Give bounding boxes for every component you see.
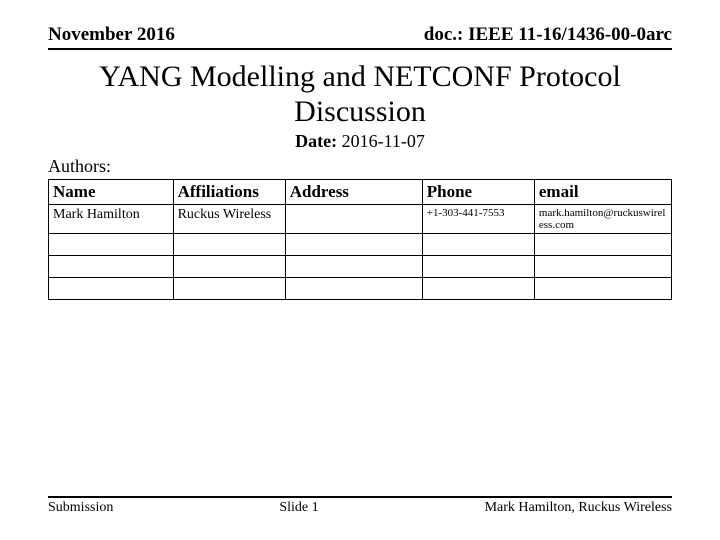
col-header-name: Name <box>49 180 174 205</box>
authors-label: Authors: <box>48 156 672 177</box>
cell-phone <box>422 278 534 300</box>
cell-email: mark.hamilton@ruckuswireless.com <box>534 205 671 234</box>
cell-address <box>285 278 422 300</box>
col-header-phone: Phone <box>422 180 534 205</box>
authors-table: Name Affiliations Address Phone email Ma… <box>48 179 672 300</box>
date-line: Date: 2016-11-07 <box>48 131 672 152</box>
cell-name <box>49 278 174 300</box>
table-row: Mark Hamilton Ruckus Wireless +1-303-441… <box>49 205 672 234</box>
cell-phone <box>422 256 534 278</box>
col-header-affiliations: Affiliations <box>173 180 285 205</box>
cell-email <box>534 256 671 278</box>
cell-phone <box>422 234 534 256</box>
cell-affiliations <box>173 234 285 256</box>
date-label: Date: <box>295 131 337 151</box>
cell-name <box>49 256 174 278</box>
cell-name: Mark Hamilton <box>49 205 174 234</box>
cell-affiliations <box>173 256 285 278</box>
cell-affiliations: Ruckus Wireless <box>173 205 285 234</box>
footer-center: Slide 1 <box>279 500 318 516</box>
col-header-address: Address <box>285 180 422 205</box>
footer-right: Mark Hamilton, Ruckus Wireless <box>485 500 672 516</box>
col-header-email: email <box>534 180 671 205</box>
header: November 2016 doc.: IEEE 11-16/1436-00-0… <box>48 24 672 50</box>
table-row <box>49 278 672 300</box>
table-row <box>49 234 672 256</box>
footer: Submission Slide 1 Mark Hamilton, Ruckus… <box>48 496 672 516</box>
document-title: YANG Modelling and NETCONF Protocol Disc… <box>48 60 672 129</box>
cell-address <box>285 205 422 234</box>
cell-affiliations <box>173 278 285 300</box>
table-header-row: Name Affiliations Address Phone email <box>49 180 672 205</box>
cell-name <box>49 234 174 256</box>
cell-phone: +1-303-441-7553 <box>422 205 534 234</box>
footer-left: Submission <box>48 500 113 516</box>
cell-address <box>285 256 422 278</box>
header-date: November 2016 <box>48 24 175 46</box>
cell-email <box>534 278 671 300</box>
cell-address <box>285 234 422 256</box>
table-row <box>49 256 672 278</box>
header-doc-id: doc.: IEEE 11-16/1436-00-0arc <box>424 24 672 46</box>
cell-email <box>534 234 671 256</box>
date-value: 2016-11-07 <box>342 131 425 151</box>
